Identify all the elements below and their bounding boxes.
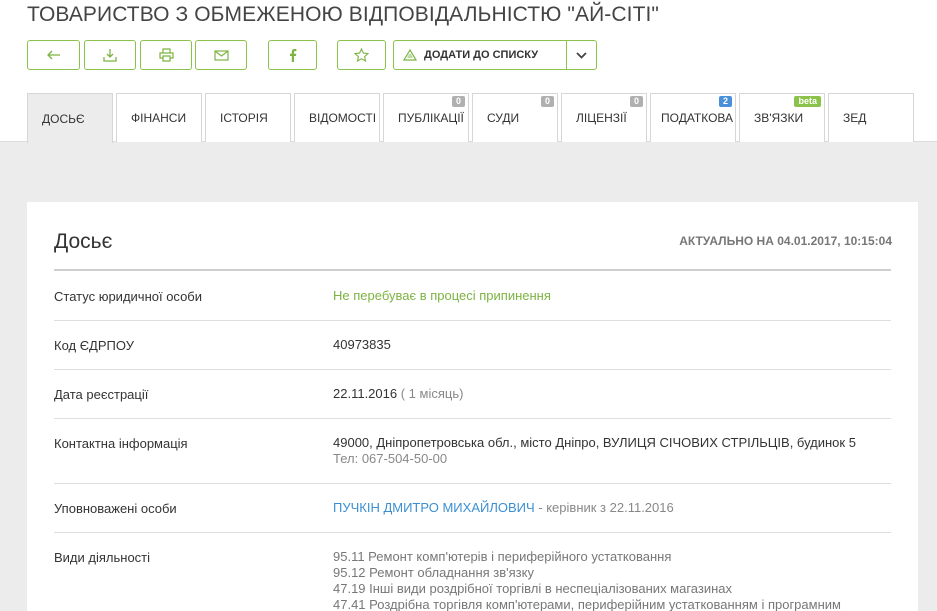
tab-label: ЗЕД (843, 111, 867, 125)
registration-date: 22.11.2016 (333, 386, 398, 401)
updated-timestamp: АКТУАЛЬНО НА 04.01.2017, 10:15:04 (679, 234, 892, 248)
tab-dossier[interactable]: ДОСЬЄ (27, 93, 113, 143)
page-title: Досьє (54, 230, 113, 253)
tab-licenses[interactable]: ЛІЦЕНЗІЇ 0 (561, 93, 647, 142)
tab-label: ВІДОМОСТІ (309, 111, 377, 125)
divider (54, 532, 891, 533)
add-to-list-label: ДОДАТИ ДО СПИСКУ (424, 49, 539, 61)
registration-label: Дата реєстрації (54, 387, 149, 402)
add-to-list-button[interactable]: ДОДАТИ ДО СПИСКУ (393, 40, 597, 70)
tab-tax[interactable]: ПОДАТКОВА 2 (650, 93, 736, 142)
beta-badge: beta (794, 96, 821, 107)
count-badge: 0 (540, 96, 554, 107)
tab-information[interactable]: ВІДОМОСТІ (294, 93, 380, 142)
tab-label: ЛІЦЕНЗІЇ (576, 111, 627, 125)
divider (54, 418, 891, 419)
count-badge: 0 (629, 96, 643, 107)
activity-item: 95.12 Ремонт обладнання зв'язку (333, 565, 534, 580)
registration-value: 22.11.2016 ( 1 місяць) (333, 386, 463, 402)
download-icon (103, 48, 117, 62)
activity-item: 47.19 Інші види роздрібної торгівлі в не… (333, 581, 733, 596)
mail-icon (213, 49, 229, 61)
tab-foreign-trade[interactable]: ЗЕД (828, 93, 914, 142)
status-value: Не перебуває в процесі припинення (333, 288, 551, 303)
star-icon (354, 48, 369, 62)
dossier-card: Досьє АКТУАЛЬНО НА 04.01.2017, 10:15:04 … (27, 202, 918, 611)
print-button[interactable] (140, 40, 192, 70)
contact-address: 49000, Дніпропетровська обл., місто Дніп… (333, 435, 856, 450)
authorized-value: ПУЧКІН ДМИТРО МИХАЙЛОВИЧ - керівник з 22… (333, 500, 674, 516)
print-icon (158, 48, 174, 62)
activities-label: Види діяльності (54, 550, 151, 565)
arrow-left-icon (46, 50, 61, 60)
tab-finance[interactable]: ФІНАНСИ (116, 93, 202, 142)
header: ТОВАРИСТВО З ОБМЕЖЕНОЮ ВІДПОВІДАЛЬНІСТЮ … (0, 0, 937, 143)
divider (54, 269, 891, 271)
count-badge: 2 (718, 96, 732, 107)
edrpou-label: Код ЄДРПОУ (54, 338, 134, 353)
tab-label: ФІНАНСИ (131, 111, 187, 125)
divider (54, 320, 891, 321)
company-title: ТОВАРИСТВО З ОБМЕЖЕНОЮ ВІДПОВІДАЛЬНІСТЮ … (27, 3, 659, 26)
tab-label: ПУБЛІКАЦІЇ (398, 111, 464, 125)
tab-label: СУДИ (487, 111, 520, 125)
download-button[interactable] (84, 40, 136, 70)
edrpou-value: 40973835 (333, 337, 391, 352)
tab-courts[interactable]: СУДИ 0 (472, 93, 558, 142)
facebook-icon (289, 48, 297, 62)
contact-phone: Тел: 067-504-50-00 (333, 451, 448, 466)
list-icon (396, 49, 424, 61)
favorite-button[interactable] (337, 40, 386, 70)
email-button[interactable] (195, 40, 247, 70)
tab-history[interactable]: ІСТОРІЯ (205, 93, 291, 142)
tab-connections[interactable]: ЗВ'ЯЗКИ beta (739, 93, 825, 142)
authorized-label: Уповноважені особи (54, 501, 177, 516)
chevron-down-icon[interactable] (567, 51, 596, 59)
director-role: - керівник з 22.11.2016 (534, 500, 674, 515)
divider (54, 369, 891, 370)
registration-age: ( 1 місяць) (400, 386, 464, 401)
divider (54, 483, 891, 484)
activity-item: 95.11 Ремонт комп'ютерів і периферійного… (333, 549, 672, 564)
contact-label: Контактна інформація (54, 436, 188, 451)
tab-publications[interactable]: ПУБЛІКАЦІЇ 0 (383, 93, 469, 142)
activity-item: 47.41 Роздрібна торгівля комп'ютерами, п… (333, 597, 841, 611)
tab-label: ПОДАТКОВА (661, 111, 734, 125)
director-link[interactable]: ПУЧКІН ДМИТРО МИХАЙЛОВИЧ (333, 500, 535, 515)
tab-label: ІСТОРІЯ (220, 111, 268, 125)
status-label: Статус юридичної особи (54, 289, 203, 304)
count-badge: 0 (451, 96, 465, 107)
facebook-share-button[interactable] (268, 40, 317, 70)
back-button[interactable] (27, 40, 80, 70)
tab-label: ЗВ'ЯЗКИ (754, 111, 804, 125)
tab-label: ДОСЬЄ (42, 111, 85, 126)
